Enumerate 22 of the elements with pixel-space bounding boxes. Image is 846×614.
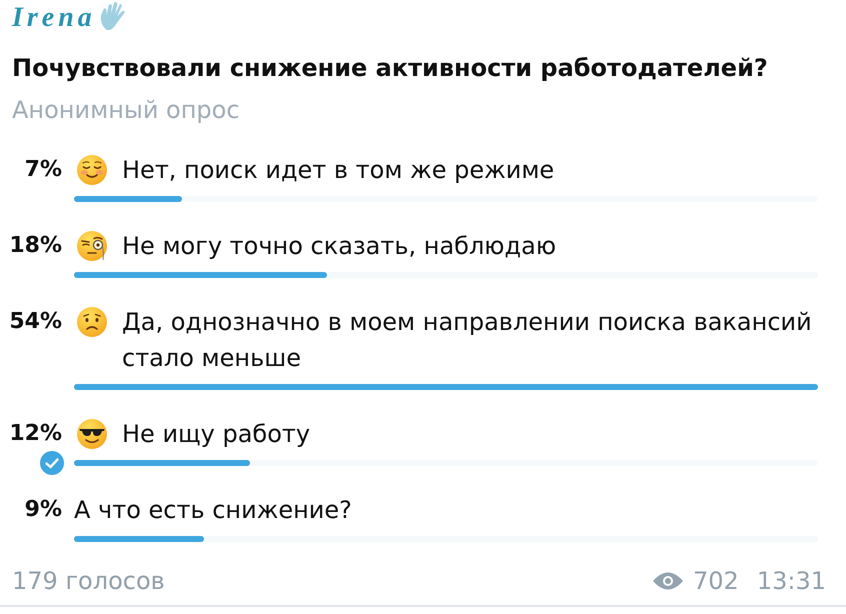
vote-percentage: 9% xyxy=(24,496,62,524)
answer-text: А что есть снижение? xyxy=(74,495,352,526)
poll-question: Почувствовали снижение активности работодателей? xyxy=(12,53,769,84)
frowning-face-icon xyxy=(77,307,107,337)
view-count: 702 xyxy=(693,566,739,597)
answer-text: Не могу точно сказать, наблюдаю xyxy=(122,231,556,262)
vote-percentage: 18% xyxy=(9,232,62,260)
answer-text: Да, однозначно в моем направлении поиска вакансий стало меньше xyxy=(122,307,813,374)
waving-hand-icon xyxy=(100,1,126,31)
monocle-face-icon xyxy=(77,231,107,261)
vote-percentage: 12% xyxy=(9,420,62,448)
vote-percentage: 7% xyxy=(24,156,62,184)
answer-text: Не ищу работу xyxy=(122,419,310,450)
post-time: 13:31 xyxy=(756,566,826,597)
vote-count: 179 голосов xyxy=(12,566,165,597)
sunglasses-face-icon xyxy=(77,419,107,449)
vote-percentage: 54% xyxy=(9,308,62,336)
eye-icon xyxy=(653,572,684,590)
answer-text: Нет, поиск идет в том же режиме xyxy=(122,155,554,186)
poll-type-label: Анонимный опрос xyxy=(12,95,241,126)
author-name[interactable]: Irena xyxy=(12,0,96,36)
smiling-face-icon xyxy=(77,155,107,185)
